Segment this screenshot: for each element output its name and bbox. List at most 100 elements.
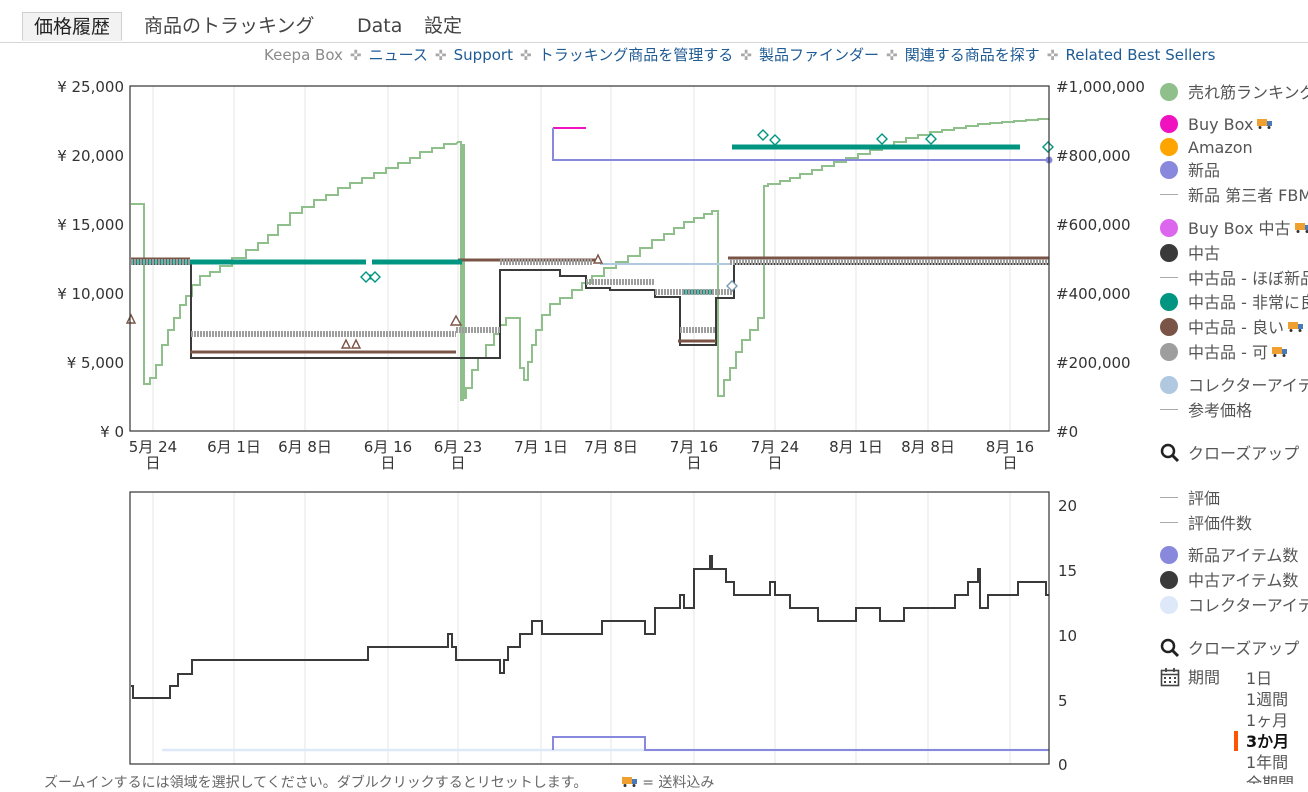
- period-all[interactable]: 全期間: [1246, 773, 1294, 784]
- legend-label: 中古品 - 可: [1188, 343, 1268, 362]
- legend-dash-icon: [1160, 522, 1178, 523]
- truck-icon: [1294, 223, 1308, 233]
- legend-item[interactable]: 参考価格: [1160, 400, 1252, 422]
- closeup-label: クローズアップ: [1188, 444, 1300, 463]
- legend-label: コレクターアイテム数: [1188, 596, 1308, 615]
- rank-right-axis: #1,000,000 #800,000 #600,000 #400,000 #2…: [1056, 78, 1145, 441]
- date-label: 7月 1日: [514, 438, 568, 456]
- truck-icon: [1257, 119, 1273, 129]
- legend-dot-icon: [1160, 342, 1178, 361]
- legend-label: Buy Box: [1188, 115, 1254, 134]
- legend-label: 評価件数: [1188, 514, 1253, 533]
- legend-item[interactable]: 中古アイテム数: [1160, 570, 1298, 592]
- legend-item[interactable]: Buy Box: [1160, 114, 1273, 136]
- legend-item[interactable]: 中古品 - ほぼ新品: [1160, 268, 1308, 290]
- legend-item[interactable]: Buy Box 中古: [1160, 218, 1308, 240]
- used-price-line: [131, 263, 1049, 359]
- period-1-year[interactable]: 1年間: [1246, 752, 1288, 773]
- truck-icon: [1287, 322, 1303, 332]
- closeup-toggle[interactable]: クローズアップ: [1160, 443, 1299, 465]
- legend-label: 中古品 - ほぼ新品: [1188, 269, 1308, 288]
- search-icon: [1160, 443, 1180, 462]
- legend-item[interactable]: コレクターアイテム: [1160, 375, 1308, 397]
- count-right-axis: 20 15 10 5 0: [1058, 497, 1077, 774]
- price-history-chart[interactable]: ¥ 25,000 ¥ 20,000 ¥ 15,000 ¥ 10,000 ¥ 5,…: [0, 0, 1160, 480]
- date-label: 日: [380, 454, 395, 472]
- legend-dash-icon: [1160, 409, 1178, 410]
- period-selected-indicator: [1234, 731, 1238, 751]
- legend-item[interactable]: 新品 第三者 FBM: [1160, 185, 1308, 207]
- count-axis-label: 15: [1058, 562, 1077, 580]
- date-label: 日: [450, 454, 465, 472]
- period-3-months[interactable]: 3か月: [1246, 731, 1289, 752]
- zoom-hint: ズームインするには領域を選択してください。ダブルクリックするとリセットします。: [44, 775, 588, 791]
- price-axis-label: ¥ 20,000: [57, 147, 124, 165]
- legend-label: 売れ筋ランキング: [1188, 83, 1308, 102]
- price-axis-label: ¥ 5,000: [67, 354, 124, 372]
- count-axis-label: 10: [1058, 627, 1077, 645]
- count-axis-label: 0: [1058, 756, 1068, 774]
- legend-label: 中古アイテム数: [1188, 571, 1299, 590]
- closeup-toggle-2[interactable]: クローズアップ: [1160, 638, 1299, 660]
- legend-item[interactable]: コレクターアイテム数: [1160, 595, 1308, 617]
- legend-label: 参考価格: [1188, 401, 1253, 420]
- period-1-week[interactable]: 1週間: [1246, 689, 1288, 710]
- legend-item[interactable]: 中古品 - 非常に良い: [1160, 292, 1308, 314]
- legend-dot-icon: [1160, 595, 1178, 614]
- legend-item[interactable]: Amazon: [1160, 137, 1253, 159]
- count-axis-label: 5: [1058, 692, 1068, 710]
- price-axis-label: ¥ 25,000: [57, 78, 124, 96]
- legend-dot-icon: [1160, 570, 1178, 589]
- legend-label: 新品: [1188, 161, 1221, 180]
- rank-axis-label: #800,000: [1056, 147, 1131, 165]
- legend-dot-icon: [1160, 137, 1178, 156]
- legend-label: 新品アイテム数: [1188, 546, 1299, 565]
- legend-item[interactable]: 評価件数: [1160, 513, 1252, 535]
- period-label: 期間: [1188, 668, 1221, 687]
- legend-dot-icon: [1160, 160, 1178, 179]
- truck-icon: [1271, 347, 1287, 357]
- closeup-label: クローズアップ: [1188, 639, 1300, 658]
- legend-item[interactable]: 中古品 - 良い: [1160, 317, 1304, 339]
- rank-axis-label: #400,000: [1056, 285, 1131, 303]
- legend-label: コレクターアイテム: [1188, 376, 1308, 395]
- date-label: 日: [145, 454, 160, 472]
- legend-item[interactable]: 売れ筋ランキング: [1160, 82, 1308, 104]
- truck-icon: [621, 776, 637, 787]
- legend-dot-icon: [1160, 317, 1178, 336]
- date-label: 6月 8日: [278, 438, 332, 456]
- legend-dot-icon: [1160, 292, 1178, 311]
- date-label: 8月 8日: [901, 438, 955, 456]
- new-count-line: [552, 736, 1049, 751]
- rank-axis-label: #1,000,000: [1056, 78, 1145, 96]
- offer-count-chart[interactable]: 20 15 10 5 0: [0, 480, 1160, 784]
- date-label: 6月 1日: [207, 438, 261, 456]
- legend-dot-icon: [1160, 218, 1178, 237]
- price-axis-label: ¥ 10,000: [57, 285, 124, 303]
- date-label: 8月 1日: [829, 438, 883, 456]
- legend-item[interactable]: 新品: [1160, 160, 1220, 182]
- count-plot-frame: [129, 491, 1050, 765]
- period-1-day[interactable]: 1日: [1246, 668, 1272, 689]
- legend-label: Buy Box 中古: [1188, 219, 1291, 238]
- legend-label: 新品 第三者 FBM: [1188, 186, 1308, 205]
- period-1-month[interactable]: 1ヶ月: [1246, 710, 1288, 731]
- date-label: 7月 8日: [584, 438, 638, 456]
- legend-item[interactable]: 中古品 - 可: [1160, 342, 1288, 364]
- shipping-note: = 送料込み: [642, 775, 715, 791]
- legend-label: Amazon: [1188, 138, 1253, 157]
- count-grid: [152, 492, 1011, 764]
- price-axis-label: ¥ 15,000: [57, 216, 124, 234]
- legend-panel: 売れ筋ランキング Buy Box Amazon 新品新品 第三者 FBM Buy Box…: [1160, 0, 1308, 784]
- legend-dash-icon: [1160, 277, 1178, 278]
- date-label: 日: [686, 454, 701, 472]
- calendar-icon: [1160, 667, 1180, 686]
- date-label: 日: [767, 454, 782, 472]
- new-price-line: [552, 128, 1049, 161]
- legend-item[interactable]: 中古: [1160, 243, 1220, 265]
- date-axis: 5月 24 日 6月 1日 6月 8日 6月 16 日 6月 23 日 7月 1…: [129, 438, 1034, 472]
- legend-dot-icon: [1160, 545, 1178, 564]
- legend-item[interactable]: 評価: [1160, 488, 1220, 510]
- legend-dot-icon: [1160, 375, 1178, 394]
- legend-item[interactable]: 新品アイテム数: [1160, 545, 1298, 567]
